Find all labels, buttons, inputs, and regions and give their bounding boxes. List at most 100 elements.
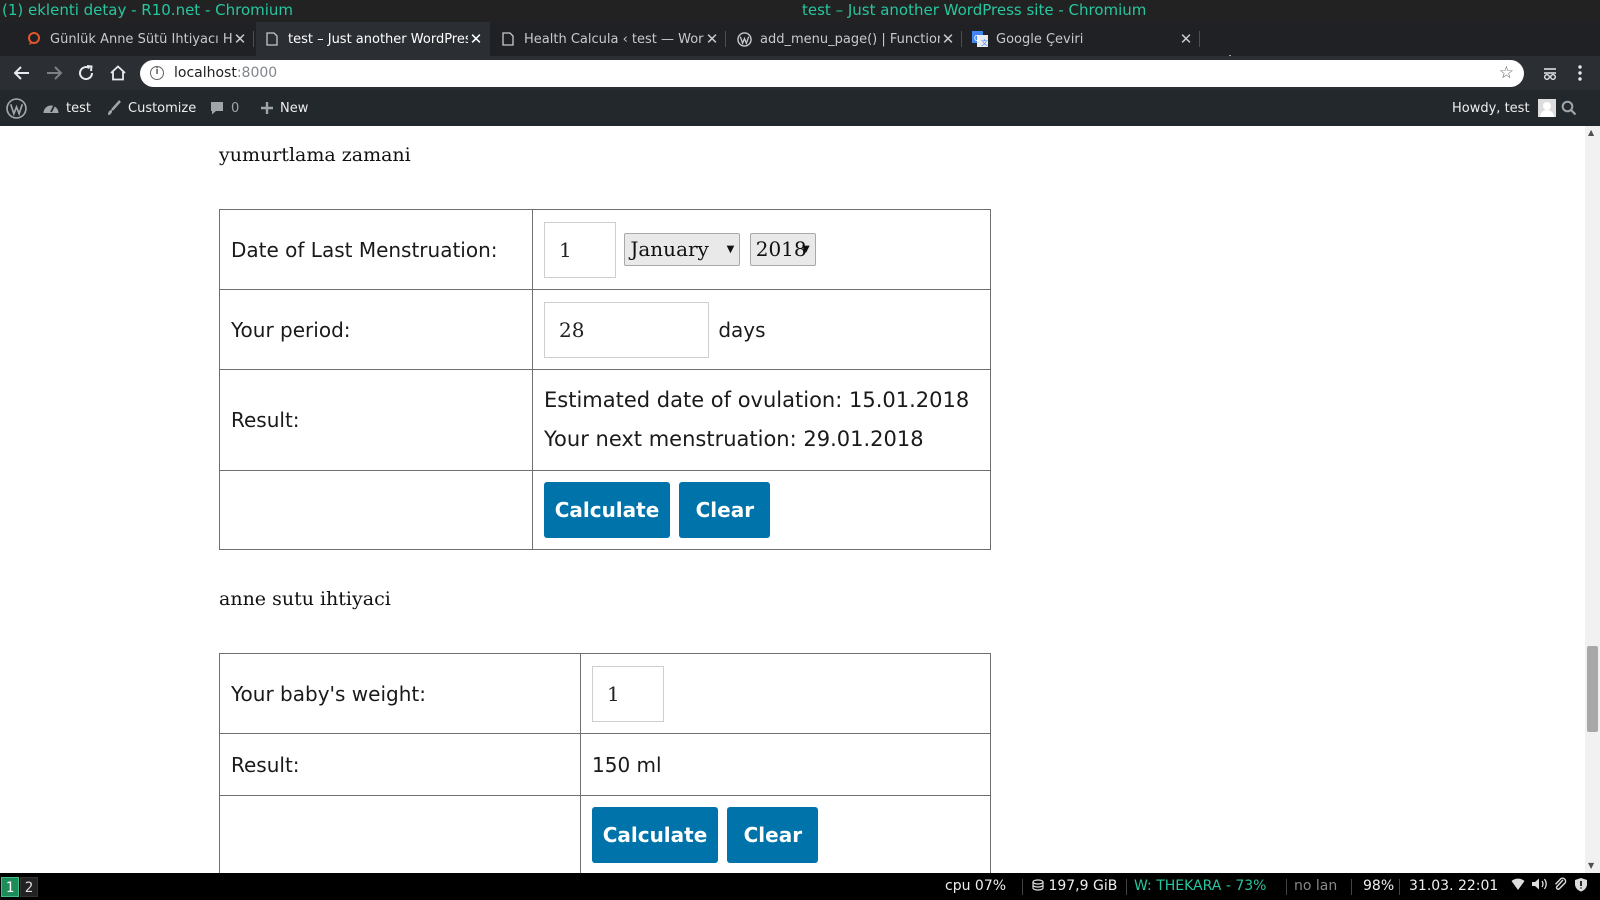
workspace-2-button[interactable]: 2 bbox=[20, 877, 38, 897]
month-select[interactable]: January ▼ bbox=[624, 233, 741, 266]
dropdown-arrow-icon: ▼ bbox=[726, 244, 735, 255]
clock: 31.03. 22:01 bbox=[1409, 878, 1499, 894]
reload-button[interactable] bbox=[74, 61, 98, 85]
table-row: Calculate Clear bbox=[219, 795, 991, 873]
tab-title: test – Just another WordPress site bbox=[288, 31, 468, 47]
dropdown-arrow-icon: ▼ bbox=[802, 244, 810, 255]
close-tab-icon[interactable]: ✕ bbox=[940, 30, 956, 48]
tab-test-site[interactable]: test – Just another WordPress site ✕ bbox=[256, 22, 490, 56]
close-tab-icon[interactable]: ✕ bbox=[468, 30, 484, 48]
tab-add-menu-page[interactable]: add_menu_page() | Function ✕ bbox=[728, 22, 962, 56]
tab-strip: Günlük Anne Sütü İhtiyacı Hesaplama ✕ te… bbox=[0, 22, 1600, 73]
close-tab-icon[interactable]: ✕ bbox=[1178, 30, 1194, 48]
scroll-down-arrow-icon[interactable]: ▼ bbox=[1588, 861, 1594, 870]
tab-google-ceviri[interactable]: G文 Google Çeviri ✕ bbox=[964, 22, 1200, 56]
wp-admin-bar: test Customize 0 New Howdy, test bbox=[0, 90, 1600, 126]
wifi-status: W: THEKARA - 73% bbox=[1134, 878, 1267, 894]
baby-weight-input[interactable]: 1 bbox=[592, 665, 664, 722]
wordpress-icon bbox=[736, 31, 752, 47]
close-tab-icon[interactable]: ✕ bbox=[704, 30, 720, 48]
home-button[interactable] bbox=[106, 61, 130, 85]
system-status-bar: 1 2 cpu 07% 197,9 GiB W: THEKARA - 73% n… bbox=[0, 873, 1600, 900]
disk-status: 197,9 GiB bbox=[1032, 878, 1117, 894]
admin-search-button[interactable] bbox=[1561, 90, 1577, 126]
scrollbar-thumb[interactable] bbox=[1587, 646, 1598, 732]
site-info-icon[interactable]: i bbox=[150, 66, 164, 80]
vertical-scrollbar[interactable]: ▲ ▼ bbox=[1585, 126, 1600, 873]
workspace-1-button[interactable]: 1 bbox=[1, 877, 19, 897]
weight-input-cell: 1 bbox=[580, 653, 991, 734]
active-window-title: test – Just another WordPress site - Chr… bbox=[802, 1, 1147, 19]
period-input[interactable]: 28 bbox=[544, 301, 709, 358]
tab-health-calcula[interactable]: Health Calcula ‹ test — WordPress ✕ bbox=[492, 22, 726, 56]
tab-title: add_menu_page() | Function bbox=[760, 31, 940, 47]
attachment-icon[interactable] bbox=[1553, 877, 1567, 895]
tab-title: Google Çeviri bbox=[996, 31, 1084, 47]
home-icon bbox=[110, 65, 126, 81]
search-icon bbox=[1561, 100, 1577, 116]
url-text: localhost:8000 bbox=[174, 65, 278, 81]
google-translate-icon: G文 bbox=[972, 31, 988, 47]
new-content-link[interactable]: New bbox=[260, 90, 308, 126]
wordpress-logo-button[interactable] bbox=[6, 90, 27, 126]
period-unit: days bbox=[718, 317, 766, 342]
date-input-cell: 1 January ▼ 2018 ▼ bbox=[532, 209, 991, 290]
comment-bubble-icon bbox=[209, 100, 225, 116]
baby-weight-label: Your baby's weight: bbox=[219, 653, 581, 734]
ovulation-date-result: Estimated date of ovulation: 15.01.2018 bbox=[544, 388, 970, 412]
table-row: Calculate Clear bbox=[219, 470, 991, 550]
dashboard-icon bbox=[42, 100, 60, 116]
svg-text:G: G bbox=[974, 34, 980, 43]
address-bar[interactable]: i localhost:8000 ☆ bbox=[140, 60, 1524, 87]
milk-result-value: 150 ml bbox=[580, 733, 991, 796]
year-select[interactable]: 2018 ▼ bbox=[749, 233, 816, 266]
close-tab-icon[interactable]: ✕ bbox=[232, 30, 248, 48]
menu-button[interactable] bbox=[1568, 61, 1592, 85]
back-button[interactable] bbox=[10, 61, 34, 85]
empty-cell bbox=[219, 795, 581, 873]
period-label: Your period: bbox=[219, 289, 533, 370]
lan-status: no lan bbox=[1294, 878, 1338, 894]
customize-link[interactable]: Customize bbox=[106, 90, 196, 126]
result-cell: Estimated date of ovulation: 15.01.2018 … bbox=[532, 369, 991, 471]
comments-link[interactable]: 0 bbox=[209, 90, 239, 126]
site-name-link[interactable]: test bbox=[42, 90, 91, 126]
tab-anne-sutu[interactable]: Günlük Anne Sütü İhtiyacı Hesaplama ✕ bbox=[18, 22, 254, 56]
brush-icon bbox=[106, 100, 122, 116]
forward-button[interactable] bbox=[42, 61, 66, 85]
result-label: Result: bbox=[219, 733, 581, 796]
table-row: Result: 150 ml bbox=[219, 733, 991, 796]
extension-icon bbox=[1544, 68, 1556, 80]
scroll-up-arrow-icon[interactable]: ▲ bbox=[1588, 128, 1594, 137]
left-window-title: (1) eklenti detay - R10.net - Chromium bbox=[2, 1, 294, 19]
page-content: yumurtlama zamani Date of Last Menstruat… bbox=[0, 126, 1585, 873]
tab-title: Health Calcula ‹ test — WordPress bbox=[524, 31, 704, 47]
empty-cell bbox=[219, 470, 533, 550]
avatar bbox=[1537, 99, 1556, 117]
table-row: Your baby's weight: 1 bbox=[219, 653, 991, 734]
wordpress-logo-icon bbox=[6, 97, 27, 119]
cpu-status: cpu 07% bbox=[945, 878, 1007, 894]
day-input[interactable]: 1 bbox=[544, 221, 616, 278]
comment-favicon-icon bbox=[26, 31, 42, 47]
page-icon bbox=[264, 31, 280, 47]
calculate-button[interactable]: Calculate bbox=[592, 807, 718, 863]
my-account-link[interactable]: Howdy, test bbox=[1452, 90, 1556, 126]
plus-icon bbox=[260, 101, 274, 115]
shield-icon[interactable] bbox=[1574, 877, 1588, 896]
table-row: Result: Estimated date of ovulation: 15.… bbox=[219, 369, 991, 471]
browser-toolbar: i localhost:8000 ☆ bbox=[0, 56, 1600, 90]
extension-button[interactable] bbox=[1538, 61, 1562, 85]
milk-section-title: anne sutu ihtiyaci bbox=[219, 588, 391, 610]
volume-icon[interactable] bbox=[1531, 877, 1549, 895]
calculate-button[interactable]: Calculate bbox=[544, 482, 670, 538]
clear-button[interactable]: Clear bbox=[679, 482, 771, 538]
bookmark-star-icon[interactable]: ☆ bbox=[1499, 63, 1514, 83]
clear-button[interactable]: Clear bbox=[727, 807, 819, 863]
page-icon bbox=[500, 31, 516, 47]
svg-text:文: 文 bbox=[981, 38, 988, 47]
wifi-tray-icon[interactable] bbox=[1511, 877, 1525, 895]
button-cell: Calculate Clear bbox=[532, 470, 991, 550]
milk-calculator-table: Your baby's weight: 1 Result: 150 ml Cal… bbox=[219, 653, 991, 873]
tab-title: Günlük Anne Sütü İhtiyacı Hesaplama bbox=[50, 31, 232, 47]
